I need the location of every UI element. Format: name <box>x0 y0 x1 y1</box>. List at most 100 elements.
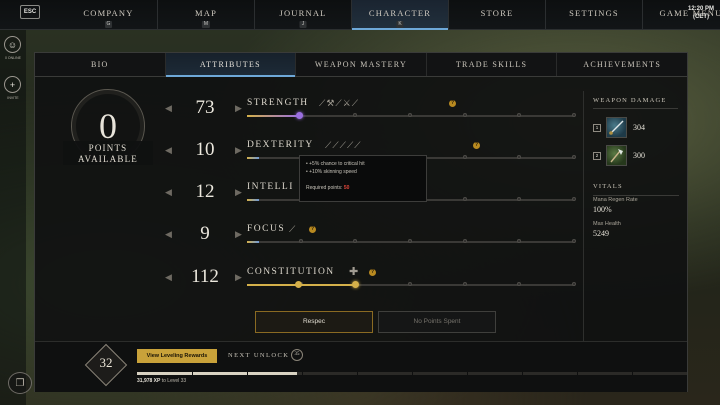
clock-time: 12:20 PM <box>687 6 714 12</box>
dexterity-help-icon[interactable]: ? <box>473 142 480 149</box>
xp-segment-tick <box>577 372 578 375</box>
invite-icon[interactable]: + <box>4 76 21 93</box>
attribute-row-constitution: ◀ 112 ▶ CONSTITUTION ✚ ? <box>163 266 583 296</box>
invite-label: INVITE <box>7 96 19 100</box>
track-milestone-dot <box>517 197 522 201</box>
tooltip-bonus-1: • +5% chance to critical hit <box>306 161 365 167</box>
nav-character[interactable]: CHARACTER K <box>351 0 448 30</box>
xp-segment-tick <box>412 372 413 375</box>
xp-segment-tick <box>522 372 523 375</box>
xp-progress-fill <box>137 372 297 375</box>
increase-intelligence-arrow-icon[interactable]: ▶ <box>235 187 242 198</box>
weapon-damage-panel: WEAPON DAMAGE 1 304 2 300 VITALS Mana Re… <box>583 91 687 353</box>
chat-icon[interactable]: ❐ <box>8 372 32 394</box>
no-points-spent-button[interactable]: No Points Spent <box>378 311 496 333</box>
nav-map[interactable]: MAP M <box>157 0 254 30</box>
decrease-focus-arrow-icon[interactable]: ◀ <box>165 229 172 240</box>
points-available-label: POINTS AVAILABLE <box>63 141 153 165</box>
level-value: 32 <box>99 355 113 370</box>
dexterity-value: 10 <box>195 139 215 160</box>
musket-icon: ⟋ <box>339 140 347 150</box>
strength-progress-fill <box>247 115 300 117</box>
strength-label: STRENGTH <box>247 98 309 108</box>
esc-button[interactable]: ESC <box>20 5 40 19</box>
tooltip-bonus-2-text: +10% skinning speed <box>309 168 357 175</box>
respec-button[interactable]: Respec <box>255 311 373 333</box>
dexterity-tooltip: • +5% chance to critical hit • +10% skin… <box>299 155 427 202</box>
life-staff-icon: ⟋ <box>289 224 297 234</box>
track-milestone-dot <box>572 197 576 201</box>
track-milestone-dot <box>408 239 412 243</box>
focus-progress-lead <box>247 241 259 243</box>
tab-trade-skills[interactable]: TRADE SKILLS <box>425 53 557 76</box>
vitals-title: VITALS <box>593 183 623 190</box>
tab-achievements[interactable]: ACHIEVEMENTS <box>556 53 687 76</box>
nav-settings-label: SETTINGS <box>569 8 619 18</box>
tooltip-required-value: 50 <box>343 185 350 191</box>
dagger-icon: ⟋ <box>354 140 362 150</box>
xp-segment-tick <box>632 372 633 375</box>
character-tabs: BIO ATTRIBUTES WEAPON MASTERY TRADE SKIL… <box>35 53 687 77</box>
decrease-intelligence-arrow-icon[interactable]: ◀ <box>165 187 172 198</box>
nav-map-key: M <box>201 21 211 28</box>
vitals-divider <box>593 195 679 196</box>
nav-journal-key: J <box>299 21 307 28</box>
constitution-secondary-knob <box>295 281 302 288</box>
decrease-constitution-arrow-icon[interactable]: ◀ <box>165 272 172 283</box>
weapon-slot-2[interactable]: 2 300 <box>593 145 683 167</box>
tab-bio[interactable]: BIO <box>35 53 165 76</box>
decrease-dexterity-arrow-icon[interactable]: ◀ <box>165 145 172 156</box>
online-count: 0 ONLINE <box>5 56 21 60</box>
strength-help-icon[interactable]: ? <box>449 100 456 107</box>
xp-segment-tick <box>247 372 248 375</box>
dexterity-weapon-icons: ⟋⟋⟋⟋⟋ <box>325 140 362 151</box>
xp-text: 31,978 XP to Level 33 <box>137 378 186 384</box>
focus-value: 9 <box>200 223 210 244</box>
nav-journal[interactable]: JOURNAL J <box>254 0 351 30</box>
clock-zone: (CET) <box>692 14 709 20</box>
xp-suffix: to Level 33 <box>161 378 187 384</box>
attribute-row-focus: ◀ 9 ▶ FOCUS ⟋ ? <box>163 223 583 253</box>
next-unlock-level-icon[interactable]: 35 <box>291 349 303 361</box>
nav-character-label: CHARACTER <box>368 8 432 18</box>
decrease-strength-arrow-icon[interactable]: ◀ <box>165 103 172 114</box>
weapon-slot-1[interactable]: 1 304 <box>593 117 683 139</box>
war-hammer-icon: ⟋ <box>335 98 343 108</box>
nav-character-key: K <box>396 21 404 28</box>
nav-settings[interactable]: SETTINGS <box>545 0 642 30</box>
friends-icon[interactable]: ☺ <box>4 36 21 53</box>
track-milestone-dot <box>353 239 358 243</box>
sword-icon: ⚔ <box>342 98 352 108</box>
focus-help-icon[interactable]: ? <box>309 226 316 233</box>
nav-store[interactable]: STORE <box>448 0 545 30</box>
focus-weapon-icons: ⟋ <box>289 224 296 235</box>
tab-attributes[interactable]: ATTRIBUTES <box>164 53 296 77</box>
track-milestone-dot <box>517 113 522 117</box>
rapier-icon: ⟋ <box>332 140 340 150</box>
nav-company[interactable]: COMPANY G <box>60 0 157 30</box>
track-milestone-dot <box>462 155 467 159</box>
clock: 12:20 PM (CET) <box>688 5 714 21</box>
track-milestone-dot <box>462 239 467 243</box>
dexterity-progress-lead <box>247 157 259 159</box>
track-milestone-dot <box>517 239 522 243</box>
weapon-damage-divider <box>593 108 678 109</box>
increase-constitution-arrow-icon[interactable]: ▶ <box>235 272 242 283</box>
tab-weapon-mastery[interactable]: WEAPON MASTERY <box>295 53 426 76</box>
tooltip-required-label: Required points: <box>306 185 343 191</box>
view-leveling-rewards-button[interactable]: View Leveling Rewards <box>137 349 217 363</box>
strength-value: 73 <box>195 97 215 118</box>
track-milestone-dot <box>572 282 576 286</box>
strength-weapon-icons: ⟋⚒⟋⚔⟋ <box>319 98 359 109</box>
increase-focus-arrow-icon[interactable]: ▶ <box>235 229 242 240</box>
top-navigation-bar: ESC COMPANY G MAP M JOURNAL J CHARACTER K ST… <box>0 0 720 30</box>
increase-dexterity-arrow-icon[interactable]: ▶ <box>235 145 242 156</box>
track-milestone-dot <box>298 239 303 243</box>
increase-strength-arrow-icon[interactable]: ▶ <box>235 103 242 114</box>
xp-amount: 31,978 XP <box>137 378 161 384</box>
xp-segment-tick <box>467 372 468 375</box>
max-health-label: Max Health <box>593 221 621 227</box>
intelligence-value: 12 <box>195 181 215 202</box>
constitution-value: 112 <box>191 266 219 287</box>
constitution-help-icon[interactable]: ? <box>369 269 376 276</box>
